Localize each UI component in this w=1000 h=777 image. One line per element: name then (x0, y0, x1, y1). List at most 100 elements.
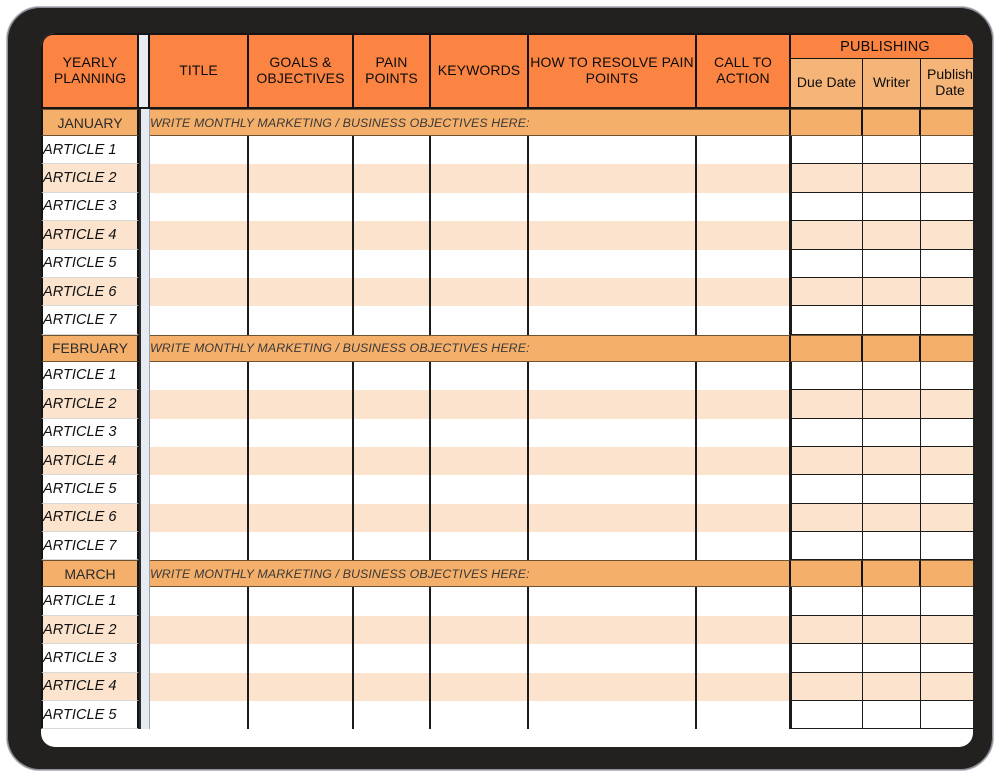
cell-call-to-action[interactable] (697, 164, 791, 193)
row-label-article-1[interactable]: ARTICLE 1 (41, 361, 139, 391)
cell-call-to-action[interactable] (697, 446, 791, 476)
cell-pain-points[interactable] (354, 192, 431, 222)
cell-pain-points[interactable] (354, 475, 431, 504)
cell-publish-date[interactable] (921, 221, 973, 250)
cell-title[interactable] (150, 475, 249, 504)
cell-goals-objectives[interactable] (249, 136, 354, 165)
cell-pain-points[interactable] (354, 701, 431, 730)
row-label-article-3[interactable]: ARTICLE 3 (41, 418, 139, 447)
column-header-call-to-action[interactable]: CALL TO ACTION (697, 33, 791, 109)
cell-goals-objectives[interactable] (249, 306, 354, 335)
cell-keywords[interactable] (431, 615, 529, 645)
cell-how-to-resolve-pain-points[interactable] (529, 306, 697, 335)
cell-due-date[interactable] (791, 475, 863, 504)
cell-goals-objectives[interactable] (249, 532, 354, 561)
row-label-article-1[interactable]: ARTICLE 1 (41, 587, 139, 616)
cell-keywords[interactable] (431, 587, 529, 616)
cell-how-to-resolve-pain-points[interactable] (529, 701, 697, 730)
cell-writer[interactable] (863, 306, 921, 335)
cell-due-date[interactable] (791, 587, 863, 616)
column-header-keywords[interactable]: KEYWORDS (431, 33, 529, 109)
cell-due-date[interactable] (791, 164, 863, 193)
cell-publish-date[interactable] (921, 672, 973, 702)
month-label-march[interactable]: MARCH (41, 560, 139, 588)
cell-title[interactable] (150, 418, 249, 447)
row-label-article-4[interactable]: ARTICLE 4 (41, 446, 139, 476)
cell-how-to-resolve-pain-points[interactable] (529, 475, 697, 504)
cell-call-to-action[interactable] (697, 503, 791, 533)
cell-title[interactable] (150, 701, 249, 730)
cell-writer[interactable] (863, 644, 921, 673)
cell-due-date[interactable] (791, 136, 863, 165)
cell-pain-points[interactable] (354, 644, 431, 673)
cell-publish-date[interactable] (921, 306, 973, 335)
cell-writer[interactable] (863, 701, 921, 730)
monthly-objectives-input-march[interactable]: WRITE MONTHLY MARKETING / BUSINESS OBJEC… (150, 560, 791, 588)
cell-title[interactable] (150, 164, 249, 193)
cell-how-to-resolve-pain-points[interactable] (529, 672, 697, 702)
cell-keywords[interactable] (431, 306, 529, 335)
row-label-article-5[interactable]: ARTICLE 5 (41, 475, 139, 504)
cell-goals-objectives[interactable] (249, 192, 354, 222)
cell-keywords[interactable] (431, 446, 529, 476)
cell-due-date[interactable] (791, 192, 863, 222)
cell-title[interactable] (150, 277, 249, 307)
cell-keywords[interactable] (431, 164, 529, 193)
cell-title[interactable] (150, 249, 249, 278)
cell-title[interactable] (150, 644, 249, 673)
monthly-objectives-input-january[interactable]: WRITE MONTHLY MARKETING / BUSINESS OBJEC… (150, 109, 791, 136)
cell-pain-points[interactable] (354, 249, 431, 278)
cell-publish-date[interactable] (921, 418, 973, 447)
cell-writer[interactable] (863, 532, 921, 561)
cell-writer[interactable] (863, 192, 921, 222)
monthly-objectives-input-february[interactable]: WRITE MONTHLY MARKETING / BUSINESS OBJEC… (150, 334, 791, 362)
row-label-article-4[interactable]: ARTICLE 4 (41, 221, 139, 250)
cell-how-to-resolve-pain-points[interactable] (529, 446, 697, 476)
cell-goals-objectives[interactable] (249, 701, 354, 730)
cell-keywords[interactable] (431, 221, 529, 250)
column-header-due-date[interactable]: Due Date (791, 59, 863, 109)
cell-publish-date[interactable] (921, 644, 973, 673)
cell-call-to-action[interactable] (697, 644, 791, 673)
cell-title[interactable] (150, 136, 249, 165)
cell-writer[interactable] (863, 475, 921, 504)
row-label-article-7[interactable]: ARTICLE 7 (41, 306, 139, 335)
cell-writer[interactable] (863, 503, 921, 533)
cell-pain-points[interactable] (354, 306, 431, 335)
cell-how-to-resolve-pain-points[interactable] (529, 277, 697, 307)
cell-pain-points[interactable] (354, 277, 431, 307)
cell-call-to-action[interactable] (697, 532, 791, 561)
cell-how-to-resolve-pain-points[interactable] (529, 615, 697, 645)
cell-call-to-action[interactable] (697, 136, 791, 165)
cell-how-to-resolve-pain-points[interactable] (529, 249, 697, 278)
column-header-pain-points[interactable]: PAIN POINTS (354, 33, 431, 109)
cell-publish-date[interactable] (921, 361, 973, 391)
cell-call-to-action[interactable] (697, 221, 791, 250)
cell-call-to-action[interactable] (697, 361, 791, 391)
cell-due-date[interactable] (791, 249, 863, 278)
cell-keywords[interactable] (431, 249, 529, 278)
cell-how-to-resolve-pain-points[interactable] (529, 164, 697, 193)
cell-how-to-resolve-pain-points[interactable] (529, 644, 697, 673)
cell-goals-objectives[interactable] (249, 615, 354, 645)
cell-due-date[interactable] (791, 503, 863, 533)
row-label-article-6[interactable]: ARTICLE 6 (41, 277, 139, 307)
cell-writer[interactable] (863, 249, 921, 278)
row-label-article-2[interactable]: ARTICLE 2 (41, 615, 139, 645)
cell-keywords[interactable] (431, 192, 529, 222)
cell-keywords[interactable] (431, 418, 529, 447)
row-label-article-3[interactable]: ARTICLE 3 (41, 644, 139, 673)
cell-publish-date[interactable] (921, 390, 973, 419)
cell-call-to-action[interactable] (697, 277, 791, 307)
row-label-article-2[interactable]: ARTICLE 2 (41, 390, 139, 419)
cell-call-to-action[interactable] (697, 390, 791, 419)
cell-pain-points[interactable] (354, 390, 431, 419)
cell-goals-objectives[interactable] (249, 390, 354, 419)
cell-goals-objectives[interactable] (249, 644, 354, 673)
row-label-article-4[interactable]: ARTICLE 4 (41, 672, 139, 702)
cell-keywords[interactable] (431, 136, 529, 165)
cell-goals-objectives[interactable] (249, 221, 354, 250)
cell-pain-points[interactable] (354, 587, 431, 616)
cell-keywords[interactable] (431, 701, 529, 730)
cell-pain-points[interactable] (354, 361, 431, 391)
